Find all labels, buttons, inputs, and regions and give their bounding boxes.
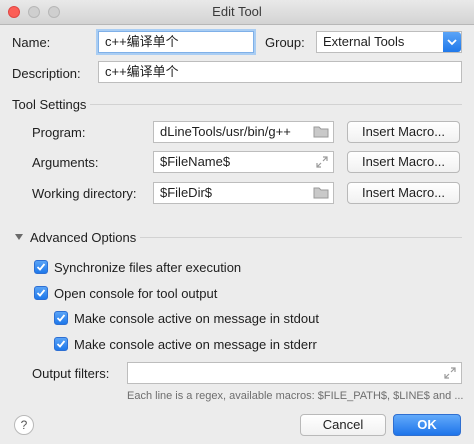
- arguments-value: $FileName$: [160, 154, 231, 169]
- arguments-label: Arguments:: [32, 155, 99, 170]
- open-console-label: Open console for tool output: [54, 286, 218, 301]
- program-label: Program:: [32, 125, 86, 140]
- open-console-checkbox[interactable]: [34, 286, 48, 300]
- output-filters-label: Output filters:: [32, 366, 110, 381]
- chevron-down-icon: [443, 32, 461, 52]
- expand-icon[interactable]: [315, 155, 329, 169]
- expand-icon[interactable]: [443, 366, 457, 380]
- folder-icon[interactable]: [313, 186, 329, 199]
- synchronize-files-label: Synchronize files after execution: [54, 260, 242, 275]
- tool-settings-heading: Tool Settings: [12, 97, 87, 112]
- advanced-options-divider: [140, 237, 462, 238]
- synchronize-files-checkbox[interactable]: [34, 260, 48, 274]
- advanced-options-heading[interactable]: Advanced Options: [30, 230, 136, 245]
- checkmark-icon: [56, 340, 66, 348]
- group-select-value: External Tools: [323, 34, 405, 49]
- output-filters-hint: Each line is a regex, available macros: …: [127, 390, 464, 402]
- console-active-stderr-checkbox[interactable]: [54, 337, 68, 351]
- window-title: Edit Tool: [212, 4, 262, 19]
- description-input[interactable]: c++编译单个: [98, 61, 462, 83]
- edit-tool-dialog: Edit Tool Name: c++编译单个 Group: External …: [0, 0, 474, 444]
- group-select[interactable]: External Tools: [316, 31, 462, 53]
- console-active-stderr-label: Make console active on message in stderr: [74, 337, 317, 352]
- arguments-input[interactable]: $FileName$: [153, 151, 334, 173]
- tool-settings-divider: [90, 104, 462, 105]
- title-bar: Edit Tool: [0, 0, 474, 25]
- checkmark-icon: [36, 289, 46, 297]
- folder-icon[interactable]: [313, 125, 329, 138]
- group-label: Group:: [265, 35, 305, 50]
- cancel-button[interactable]: Cancel: [300, 414, 386, 436]
- arguments-insert-macro-button[interactable]: Insert Macro...: [347, 151, 460, 173]
- checkmark-icon: [36, 263, 46, 271]
- console-active-stdout-checkbox[interactable]: [54, 311, 68, 325]
- ok-button[interactable]: OK: [393, 414, 461, 436]
- program-input[interactable]: dLineTools/usr/bin/g++: [153, 121, 334, 143]
- collapse-triangle-icon[interactable]: [14, 233, 24, 241]
- working-directory-label: Working directory:: [32, 186, 137, 201]
- name-input[interactable]: c++编译单个: [98, 31, 254, 53]
- output-filters-input[interactable]: [127, 362, 462, 384]
- help-button[interactable]: ?: [14, 415, 34, 435]
- program-insert-macro-button[interactable]: Insert Macro...: [347, 121, 460, 143]
- name-label: Name:: [12, 35, 51, 50]
- working-directory-insert-macro-button[interactable]: Insert Macro...: [347, 182, 460, 204]
- checkmark-icon: [56, 314, 66, 322]
- console-active-stdout-label: Make console active on message in stdout: [74, 311, 319, 326]
- working-directory-input[interactable]: $FileDir$: [153, 182, 334, 204]
- description-label: Description:: [12, 66, 81, 81]
- program-value: dLineTools/usr/bin/g++: [160, 124, 291, 139]
- working-directory-value: $FileDir$: [160, 185, 213, 200]
